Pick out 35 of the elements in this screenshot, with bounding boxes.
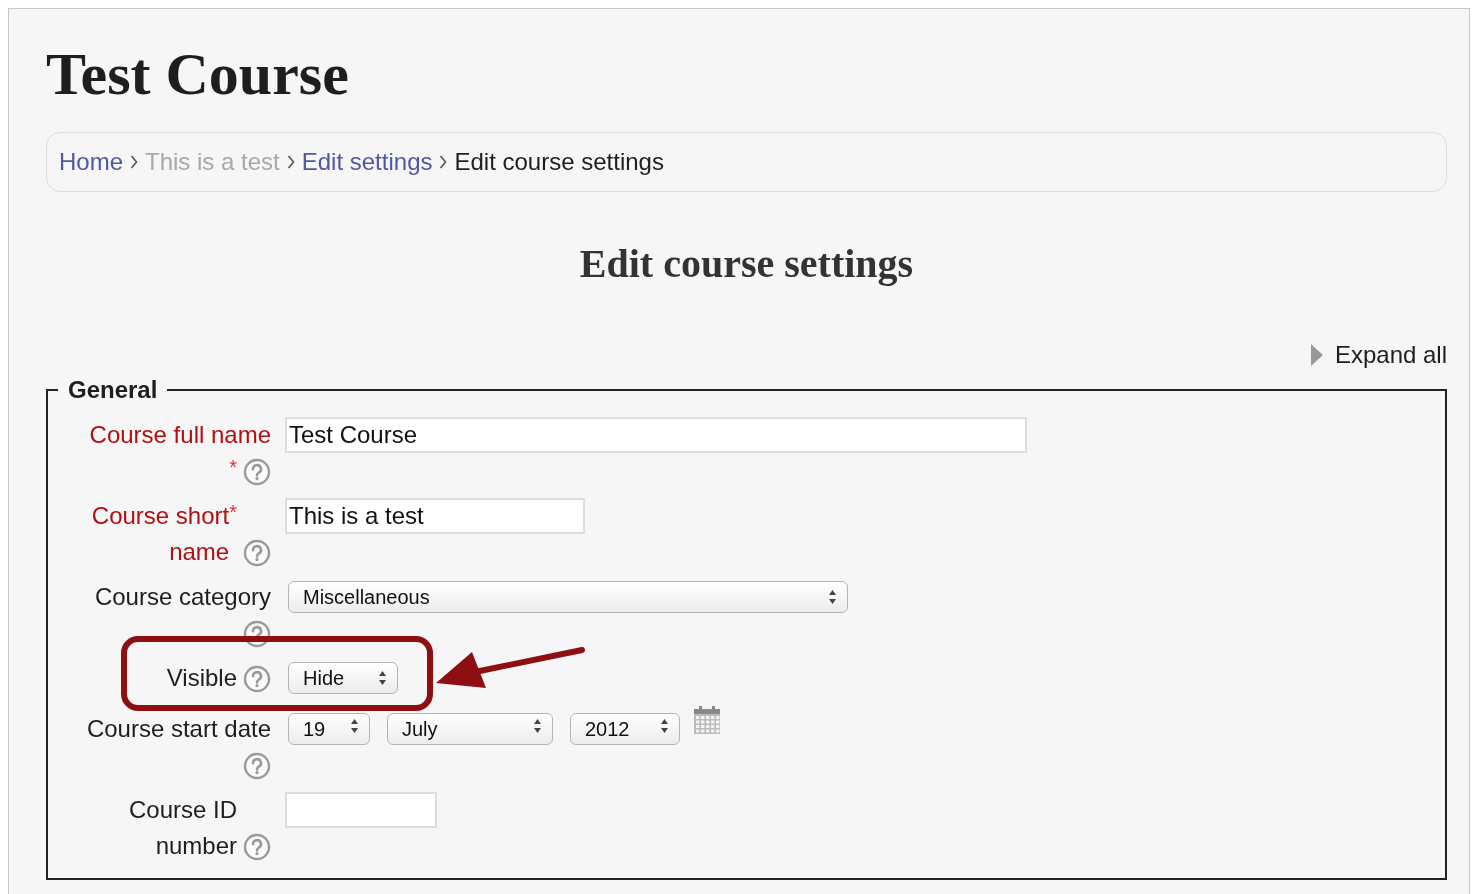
triangle-icon — [1310, 344, 1323, 366]
up-down-arrows-icon — [660, 718, 669, 734]
expand-all-label: Expand all — [1334, 340, 1447, 370]
up-down-arrows-icon — [533, 718, 542, 734]
dropdown[interactable]: 19 — [288, 713, 370, 745]
up-down-arrows-icon — [350, 718, 359, 734]
text-field[interactable]: Test Course — [285, 417, 1027, 453]
expand-all-link[interactable]: Expand all — [1310, 340, 1447, 370]
field-label: Course full name — [89, 420, 271, 450]
page-title: Test Course — [46, 40, 349, 106]
chevron-icon — [130, 154, 139, 170]
chevron-icon — [439, 154, 448, 170]
field-label: Visible — [166, 663, 237, 693]
page-heading: Edit course settings — [578, 240, 915, 288]
dropdown[interactable]: Miscellaneous — [288, 581, 848, 613]
required-mark: * — [229, 455, 237, 480]
field-label: Course start date — [86, 714, 271, 744]
up-down-arrows-icon — [828, 589, 837, 605]
breadcrumb-current: Edit course settings — [454, 148, 664, 176]
dropdown[interactable]: 2012 — [570, 713, 680, 745]
required-mark: * — [229, 500, 237, 523]
breadcrumb-link[interactable]: Home — [59, 148, 124, 176]
text-field[interactable]: This is a test — [285, 498, 585, 534]
section-legend: General — [58, 376, 168, 404]
breadcrumb-link[interactable]: Edit settings — [301, 148, 433, 176]
up-down-arrows-icon — [378, 670, 387, 686]
field-label: Course category — [94, 582, 271, 612]
help-icon[interactable] — [243, 620, 271, 648]
calendar-icon[interactable] — [693, 705, 721, 735]
dropdown[interactable]: Hide — [288, 662, 398, 694]
chevron-icon — [286, 154, 295, 170]
field-label: Course short name — [90, 501, 230, 567]
text-field[interactable] — [285, 792, 437, 828]
dropdown[interactable]: July — [387, 713, 553, 745]
field-label: Course ID number — [127, 795, 237, 861]
